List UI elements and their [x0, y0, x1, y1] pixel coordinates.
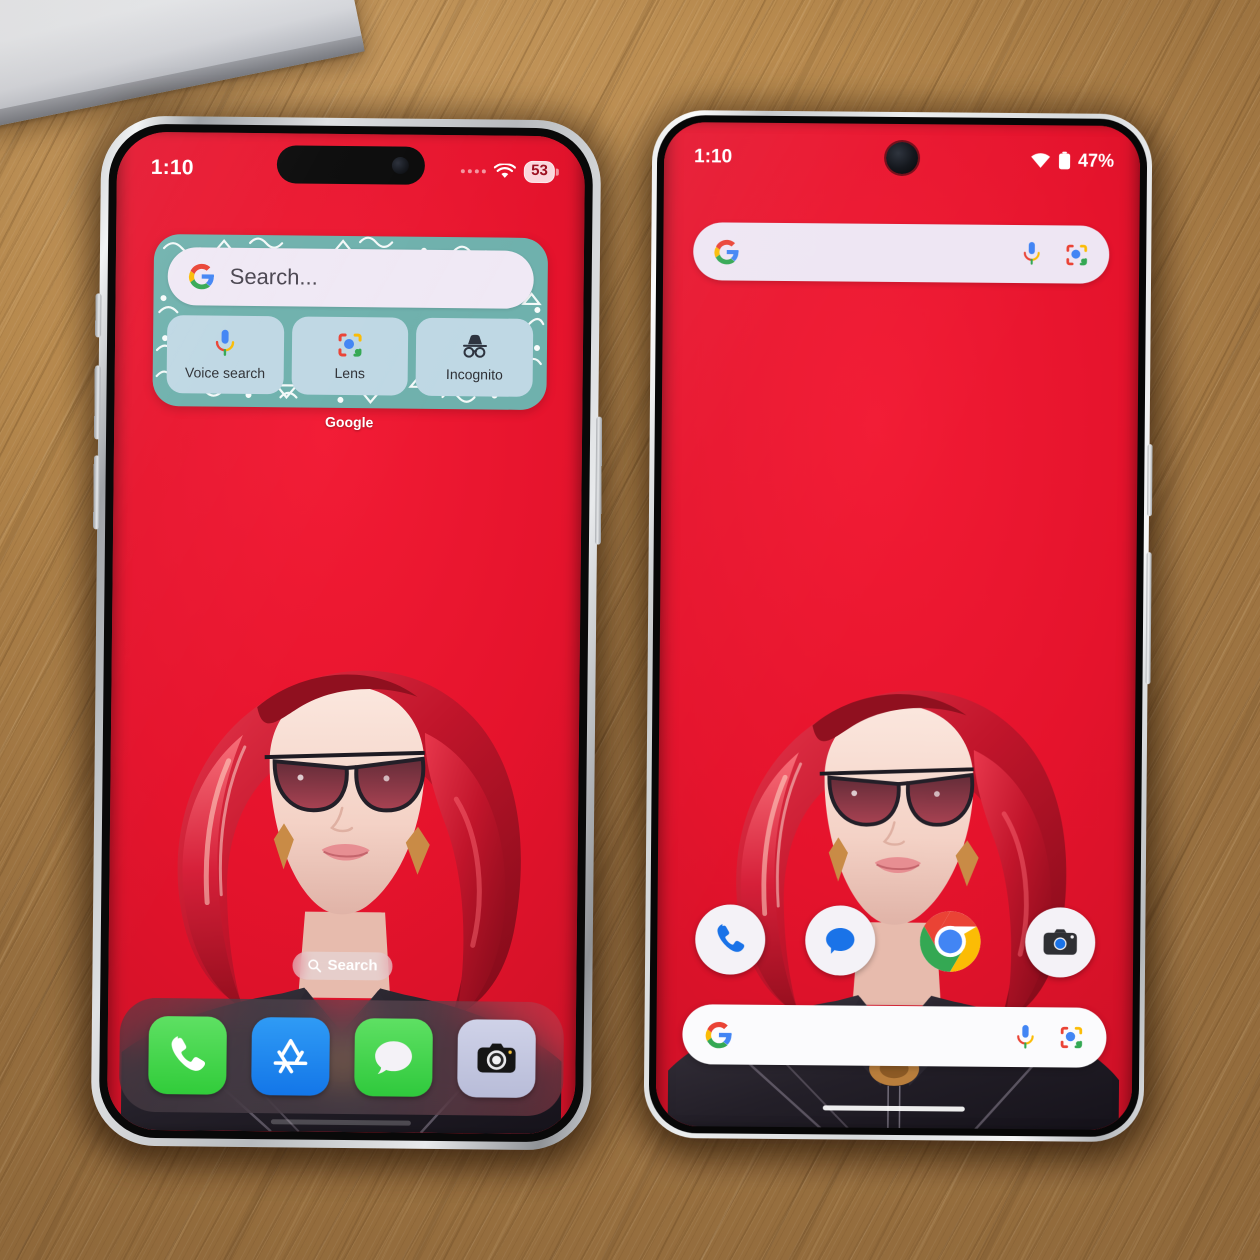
- google-search-widget[interactable]: Search... Voice search Lens Incognito: [152, 233, 549, 411]
- camera-icon: [1043, 929, 1077, 955]
- android-bottom-search-placeholder: [733, 1035, 1014, 1037]
- android-dock-app-chrome[interactable]: [915, 906, 986, 977]
- widget-tile-lens[interactable]: Lens: [291, 316, 409, 396]
- app-store-icon: [273, 1039, 307, 1074]
- dynamic-island[interactable]: [276, 145, 426, 185]
- iphone-clock: 1:10: [150, 155, 194, 180]
- camera-icon: [476, 1043, 516, 1073]
- widget-tile-incognito[interactable]: Incognito: [415, 317, 534, 397]
- front-camera-icon: [885, 141, 919, 175]
- iphone-status-icons: 53: [461, 160, 555, 184]
- google-lens-icon: [338, 333, 362, 357]
- microphone-icon[interactable]: [1014, 1024, 1036, 1051]
- ios-dock-app-phone[interactable]: [147, 1015, 227, 1095]
- android-status-icons: 47%: [1030, 150, 1114, 172]
- google-g-icon: [714, 239, 739, 264]
- widget-search-placeholder: Search...: [229, 263, 318, 290]
- ios-search-pill-label: Search: [327, 956, 378, 975]
- messages-bubble-icon: [826, 928, 855, 954]
- microphone-icon[interactable]: [1021, 241, 1042, 267]
- widget-content: Search... Voice search Lens Incognito: [152, 234, 548, 410]
- google-lens-icon[interactable]: [1064, 242, 1089, 267]
- widget-tile-voice-search[interactable]: Voice search: [166, 315, 284, 395]
- ios-dock-app-app-store[interactable]: [250, 1017, 330, 1096]
- iphone-screen[interactable]: 1:10 53 Search... Voice search Lens Inco…: [106, 131, 586, 1135]
- android-top-search-placeholder: [740, 252, 1021, 254]
- microphone-icon: [216, 329, 235, 356]
- magnifier-icon: [308, 958, 322, 972]
- widget-shortcut-tiles: Voice search Lens Incognito: [166, 315, 534, 397]
- ios-dock-app-camera[interactable]: [456, 1019, 536, 1099]
- widget-search-input[interactable]: Search...: [167, 247, 535, 309]
- iphone-action-button[interactable]: [95, 293, 102, 338]
- android-bottom-search-bar[interactable]: [682, 1004, 1107, 1068]
- widget-tile-label: Voice search: [184, 364, 266, 382]
- chrome-icon: [919, 911, 981, 972]
- front-camera-icon: [391, 156, 409, 175]
- android-dock-app-phone[interactable]: [694, 904, 766, 975]
- desk-scene: 1:10 53 Search... Voice search Lens Inco…: [0, 0, 1260, 1260]
- google-g-icon: [188, 263, 215, 290]
- widget-tile-label: Incognito: [445, 366, 503, 383]
- android-top-search-bar[interactable]: [693, 222, 1110, 284]
- android-dock-app-messages[interactable]: [804, 905, 876, 976]
- incognito-icon: [462, 334, 487, 358]
- android-battery-percent: 47%: [1077, 150, 1115, 171]
- google-lens-icon[interactable]: [1058, 1024, 1084, 1050]
- android-clock: 1:10: [693, 146, 733, 168]
- messages-bubble-icon: [374, 1041, 412, 1074]
- android-screen[interactable]: 1:10 47%: [655, 121, 1141, 1131]
- android-power-button[interactable]: [1146, 444, 1153, 517]
- ios-dock: [118, 997, 565, 1117]
- phone-handset-icon: [717, 924, 745, 952]
- ios-search-pill[interactable]: Search: [292, 951, 393, 981]
- iphone-volume-up-button[interactable]: [94, 365, 101, 440]
- wifi-icon: [494, 163, 517, 178]
- android-top-search-actions: [1021, 241, 1089, 268]
- android-device[interactable]: 1:10 47%: [631, 99, 1167, 1159]
- signal-dots-icon: [461, 169, 487, 174]
- iphone-device[interactable]: 1:10 53 Search... Voice search Lens Inco…: [78, 105, 616, 1167]
- iphone-volume-down-button[interactable]: [93, 455, 100, 530]
- phone-handset-icon: [171, 1036, 205, 1071]
- iphone-battery-badge: 53: [524, 160, 555, 184]
- ios-dock-app-messages[interactable]: [353, 1018, 433, 1097]
- wifi-icon: [1031, 152, 1051, 168]
- android-bottom-search-actions: [1014, 1024, 1084, 1052]
- google-g-icon: [705, 1021, 732, 1048]
- android-dock-app-camera[interactable]: [1024, 907, 1096, 978]
- android-dock: [679, 904, 1112, 978]
- battery-icon: [1058, 151, 1071, 169]
- widget-tile-label: Lens: [334, 364, 365, 382]
